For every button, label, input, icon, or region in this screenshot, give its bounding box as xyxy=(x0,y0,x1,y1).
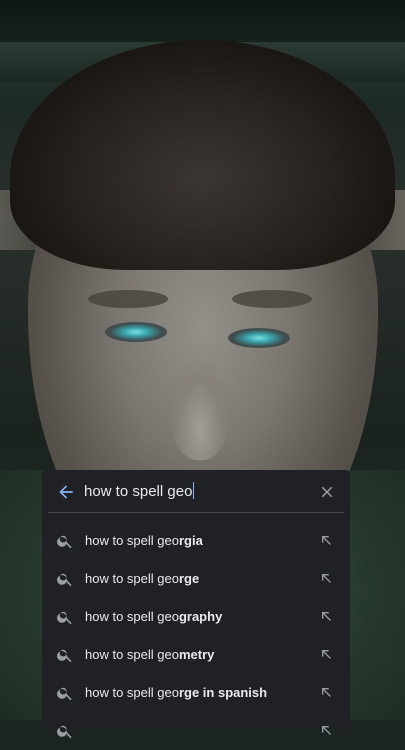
arrow-up-left-icon[interactable] xyxy=(318,646,334,662)
arrow-up-left-icon[interactable] xyxy=(318,608,334,624)
search-input[interactable]: how to spell geo xyxy=(84,482,304,502)
suggestion-item[interactable]: how to spell george xyxy=(42,560,350,598)
search-suggestions-panel: how to spell geo how to spell georgia ho… xyxy=(42,470,350,739)
arrow-up-left-icon[interactable] xyxy=(318,570,334,586)
right-eye xyxy=(228,328,290,348)
suggestion-item[interactable]: how to spell georgia xyxy=(42,522,350,560)
suggestion-label: how to spell georgia xyxy=(85,533,203,548)
left-eye xyxy=(105,322,167,342)
search-icon xyxy=(56,722,74,740)
search-icon xyxy=(56,532,74,550)
arrow-up-left-icon[interactable] xyxy=(318,532,334,548)
text-caret xyxy=(193,482,195,499)
suggestion-item[interactable]: how to spell geometry xyxy=(42,636,350,674)
search-icon xyxy=(56,646,74,664)
close-icon[interactable] xyxy=(318,483,336,501)
suggestion-label: how to spell george in spanish xyxy=(85,685,268,700)
suggestion-label: how to spell geography xyxy=(85,609,223,624)
search-icon xyxy=(56,684,74,702)
arrow-up-left-icon[interactable] xyxy=(318,684,334,700)
search-bar: how to spell geo xyxy=(42,470,350,514)
suggestion-item-partial[interactable] xyxy=(42,712,350,750)
suggestion-label: how to spell geometry xyxy=(85,647,215,662)
search-icon xyxy=(56,608,74,626)
suggestion-label: how to spell george xyxy=(85,571,200,586)
arrow-left-icon[interactable] xyxy=(56,482,76,502)
suggestion-item[interactable]: how to spell george in spanish xyxy=(42,674,350,712)
arrow-up-left-icon[interactable] xyxy=(318,722,334,738)
divider xyxy=(48,512,344,513)
search-icon xyxy=(56,570,74,588)
suggestion-item[interactable]: how to spell geography xyxy=(42,598,350,636)
